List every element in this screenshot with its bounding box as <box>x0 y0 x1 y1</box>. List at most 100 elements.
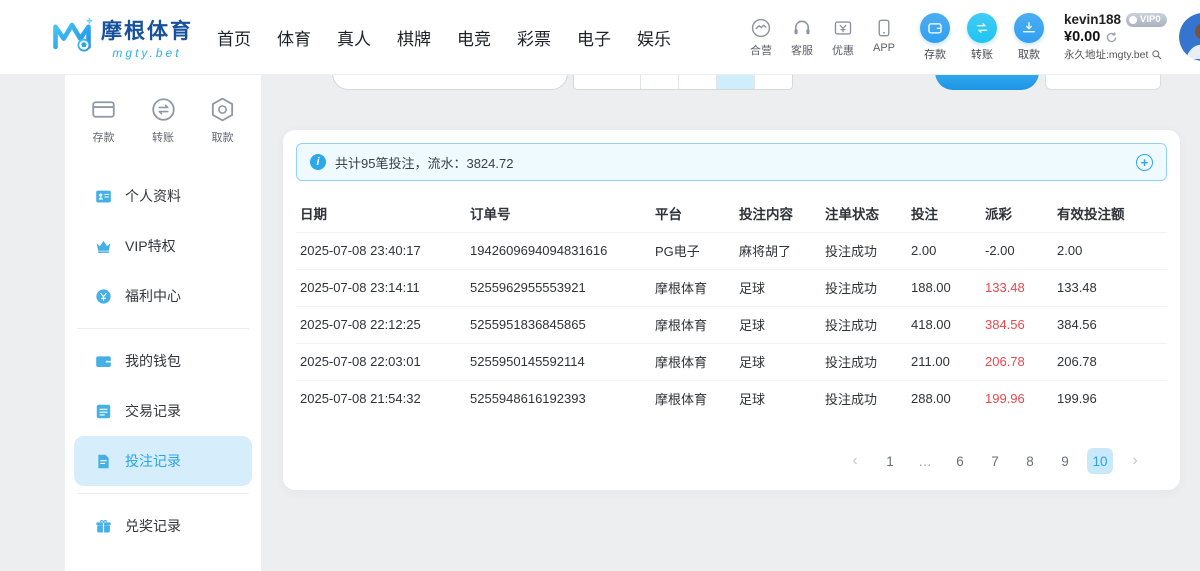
sidebar-item-prize-records[interactable]: 兑奖记录 <box>74 501 252 551</box>
pagination-page-10[interactable]: 10 <box>1087 448 1113 474</box>
nav-item-slots[interactable]: 电子 <box>577 25 611 50</box>
nav-item-esports[interactable]: 电竞 <box>457 25 491 50</box>
nav-item-chess[interactable]: 棋牌 <box>397 25 431 50</box>
transactions-icon <box>94 402 113 421</box>
bet-records-table: 日期订单号平台投注内容注单状态投注派彩有效投注额 2025-07-08 23:4… <box>296 194 1167 417</box>
cell-valid: 199.96 <box>1053 380 1167 417</box>
wallet-icon <box>94 352 113 371</box>
withdraw-icon <box>1014 13 1044 43</box>
quick-link-support[interactable]: 客服 <box>788 17 816 58</box>
balance: ¥0.00 <box>1064 29 1100 45</box>
cell-status: 投注成功 <box>821 232 907 269</box>
sidebar-item-label: 兑奖记录 <box>125 516 181 536</box>
wallet-action-deposit[interactable]: 存款 <box>920 13 950 62</box>
pagination-page-9[interactable]: 9 <box>1052 448 1078 474</box>
info-icon: i <box>310 154 326 170</box>
wallet-actions: 存款 转账 取款 <box>920 13 1044 62</box>
cell-valid: 2.00 <box>1053 232 1167 269</box>
quick-link-app[interactable]: APP <box>870 17 898 58</box>
quick-link-label: APP <box>873 42 895 54</box>
sidebar-quick-label: 转账 <box>152 129 174 145</box>
cell-date: 2025-07-08 23:14:11 <box>296 269 466 306</box>
sidebar: 存款转账 取款 个人资料 VIP特权福利中心我的钱包交易记录投注记录兑奖记录 <box>65 75 261 571</box>
quick-link-label: 合营 <box>750 42 772 58</box>
cell-platform: 摩根体育 <box>651 380 735 417</box>
cell-order: 5255948616192393 <box>466 380 651 417</box>
quick-link-promotions[interactable]: 优惠 <box>829 17 857 58</box>
pagination-page-1[interactable]: 1 <box>877 448 903 474</box>
cell-platform: 摩根体育 <box>651 269 735 306</box>
pagination: ‹ 1 … 6789 10 › <box>842 448 1148 474</box>
wallet-action-transfer[interactable]: 转账 <box>967 13 997 62</box>
cell-order: 5255950145592114 <box>466 343 651 380</box>
cell-status: 投注成功 <box>821 269 907 306</box>
pagination-page-7[interactable]: 7 <box>982 448 1008 474</box>
welfare-icon <box>94 287 113 306</box>
cell-valid: 384.56 <box>1053 306 1167 343</box>
sidebar-item-transactions[interactable]: 交易记录 <box>74 386 252 436</box>
username: kevin188 <box>1064 12 1121 27</box>
cell-content: 麻将胡了 <box>735 232 821 269</box>
nav-item-sports[interactable]: 体育 <box>277 25 311 50</box>
header: 摩根体育 mgty.bet 首页 体育 真人 棋牌 电竞 彩票 电子 娱乐 合营客服优惠 APP… <box>0 0 1200 75</box>
cell-payout: 206.78 <box>981 343 1053 380</box>
sidebar-item-welfare[interactable]: 福利中心 <box>74 271 252 321</box>
pagination-page-6[interactable]: 6 <box>947 448 973 474</box>
refresh-balance-icon[interactable] <box>1105 31 1118 44</box>
col-header-valid: 有效投注额 <box>1053 194 1167 232</box>
pagination-next[interactable]: › <box>1122 448 1148 474</box>
nav-item-home[interactable]: 首页 <box>217 25 251 50</box>
sidebar-item-vip[interactable]: VIP特权 <box>74 221 252 271</box>
pagination-prev[interactable]: ‹ <box>842 448 868 474</box>
vip-icon <box>94 237 113 256</box>
cell-content: 足球 <box>735 269 821 306</box>
expand-icon[interactable]: + <box>1136 154 1153 171</box>
cell-valid: 206.78 <box>1053 343 1167 380</box>
pagination-ellipsis: … <box>912 448 938 474</box>
sidebar-item-label: 投注记录 <box>125 451 181 471</box>
sidebar-item-bet-records[interactable]: 投注记录 <box>74 436 252 486</box>
cell-valid: 133.48 <box>1053 269 1167 306</box>
sidebar-item-wallet[interactable]: 我的钱包 <box>74 336 252 386</box>
user-info[interactable]: kevin188 VIP0 ¥0.00 永久地址:mgty.bet <box>1064 12 1167 62</box>
table-row: 2025-07-08 23:14:115255962955553921摩根体育足… <box>296 269 1167 306</box>
wallet-action-withdraw[interactable]: 取款 <box>1014 13 1044 62</box>
wallet-action-label: 转账 <box>971 46 993 62</box>
nav-item-lottery[interactable]: 彩票 <box>517 25 551 50</box>
logo[interactable]: 摩根体育 mgty.bet <box>50 13 193 62</box>
cell-status: 投注成功 <box>821 306 907 343</box>
cell-bet: 418.00 <box>907 306 981 343</box>
sidebar-quick-deposit[interactable]: 存款 <box>89 95 118 145</box>
col-header-order: 订单号 <box>466 194 651 232</box>
nav-item-entertainment[interactable]: 娱乐 <box>637 25 671 50</box>
prize-icon <box>94 517 113 536</box>
app-icon <box>873 17 895 39</box>
sidebar-item-label: 个人资料 <box>125 186 181 206</box>
avatar[interactable] <box>1179 13 1200 61</box>
col-header-date: 日期 <box>296 194 466 232</box>
cell-payout: 199.96 <box>981 380 1053 417</box>
profile-icon <box>94 187 113 206</box>
pagination-page-8[interactable]: 8 <box>1017 448 1043 474</box>
table-row: 2025-07-08 22:03:015255950145592114摩根体育足… <box>296 343 1167 380</box>
quick-link-label: 优惠 <box>832 42 854 58</box>
sidebar-item-profile[interactable]: 个人资料 <box>74 171 252 221</box>
withdraw-outline-icon <box>208 95 237 124</box>
vip-badge: VIP0 <box>1126 13 1167 27</box>
cell-order: 5255951836845865 <box>466 306 651 343</box>
cell-date: 2025-07-08 21:54:32 <box>296 380 466 417</box>
sidebar-divider <box>77 493 249 494</box>
table-row: 2025-07-08 23:40:171942609694094831616PG… <box>296 232 1167 269</box>
bet-records-card: i 共计95笔投注，流水：3824.72 + 日期订单号平台投注内容注单状态投注… <box>283 130 1180 490</box>
cell-order: 1942609694094831616 <box>466 232 651 269</box>
search-icon[interactable] <box>1151 49 1162 60</box>
sidebar-quick-label: 取款 <box>212 129 234 145</box>
cell-content: 足球 <box>735 306 821 343</box>
quick-link-partnership[interactable]: 合营 <box>747 17 775 58</box>
nav-item-live-casino[interactable]: 真人 <box>337 25 371 50</box>
wallet-action-label: 存款 <box>924 46 946 62</box>
cell-bet: 188.00 <box>907 269 981 306</box>
table-row: 2025-07-08 22:12:255255951836845865摩根体育足… <box>296 306 1167 343</box>
sidebar-quick-withdraw[interactable]: 取款 <box>208 95 237 145</box>
sidebar-quick-transfer[interactable]: 转账 <box>149 95 178 145</box>
